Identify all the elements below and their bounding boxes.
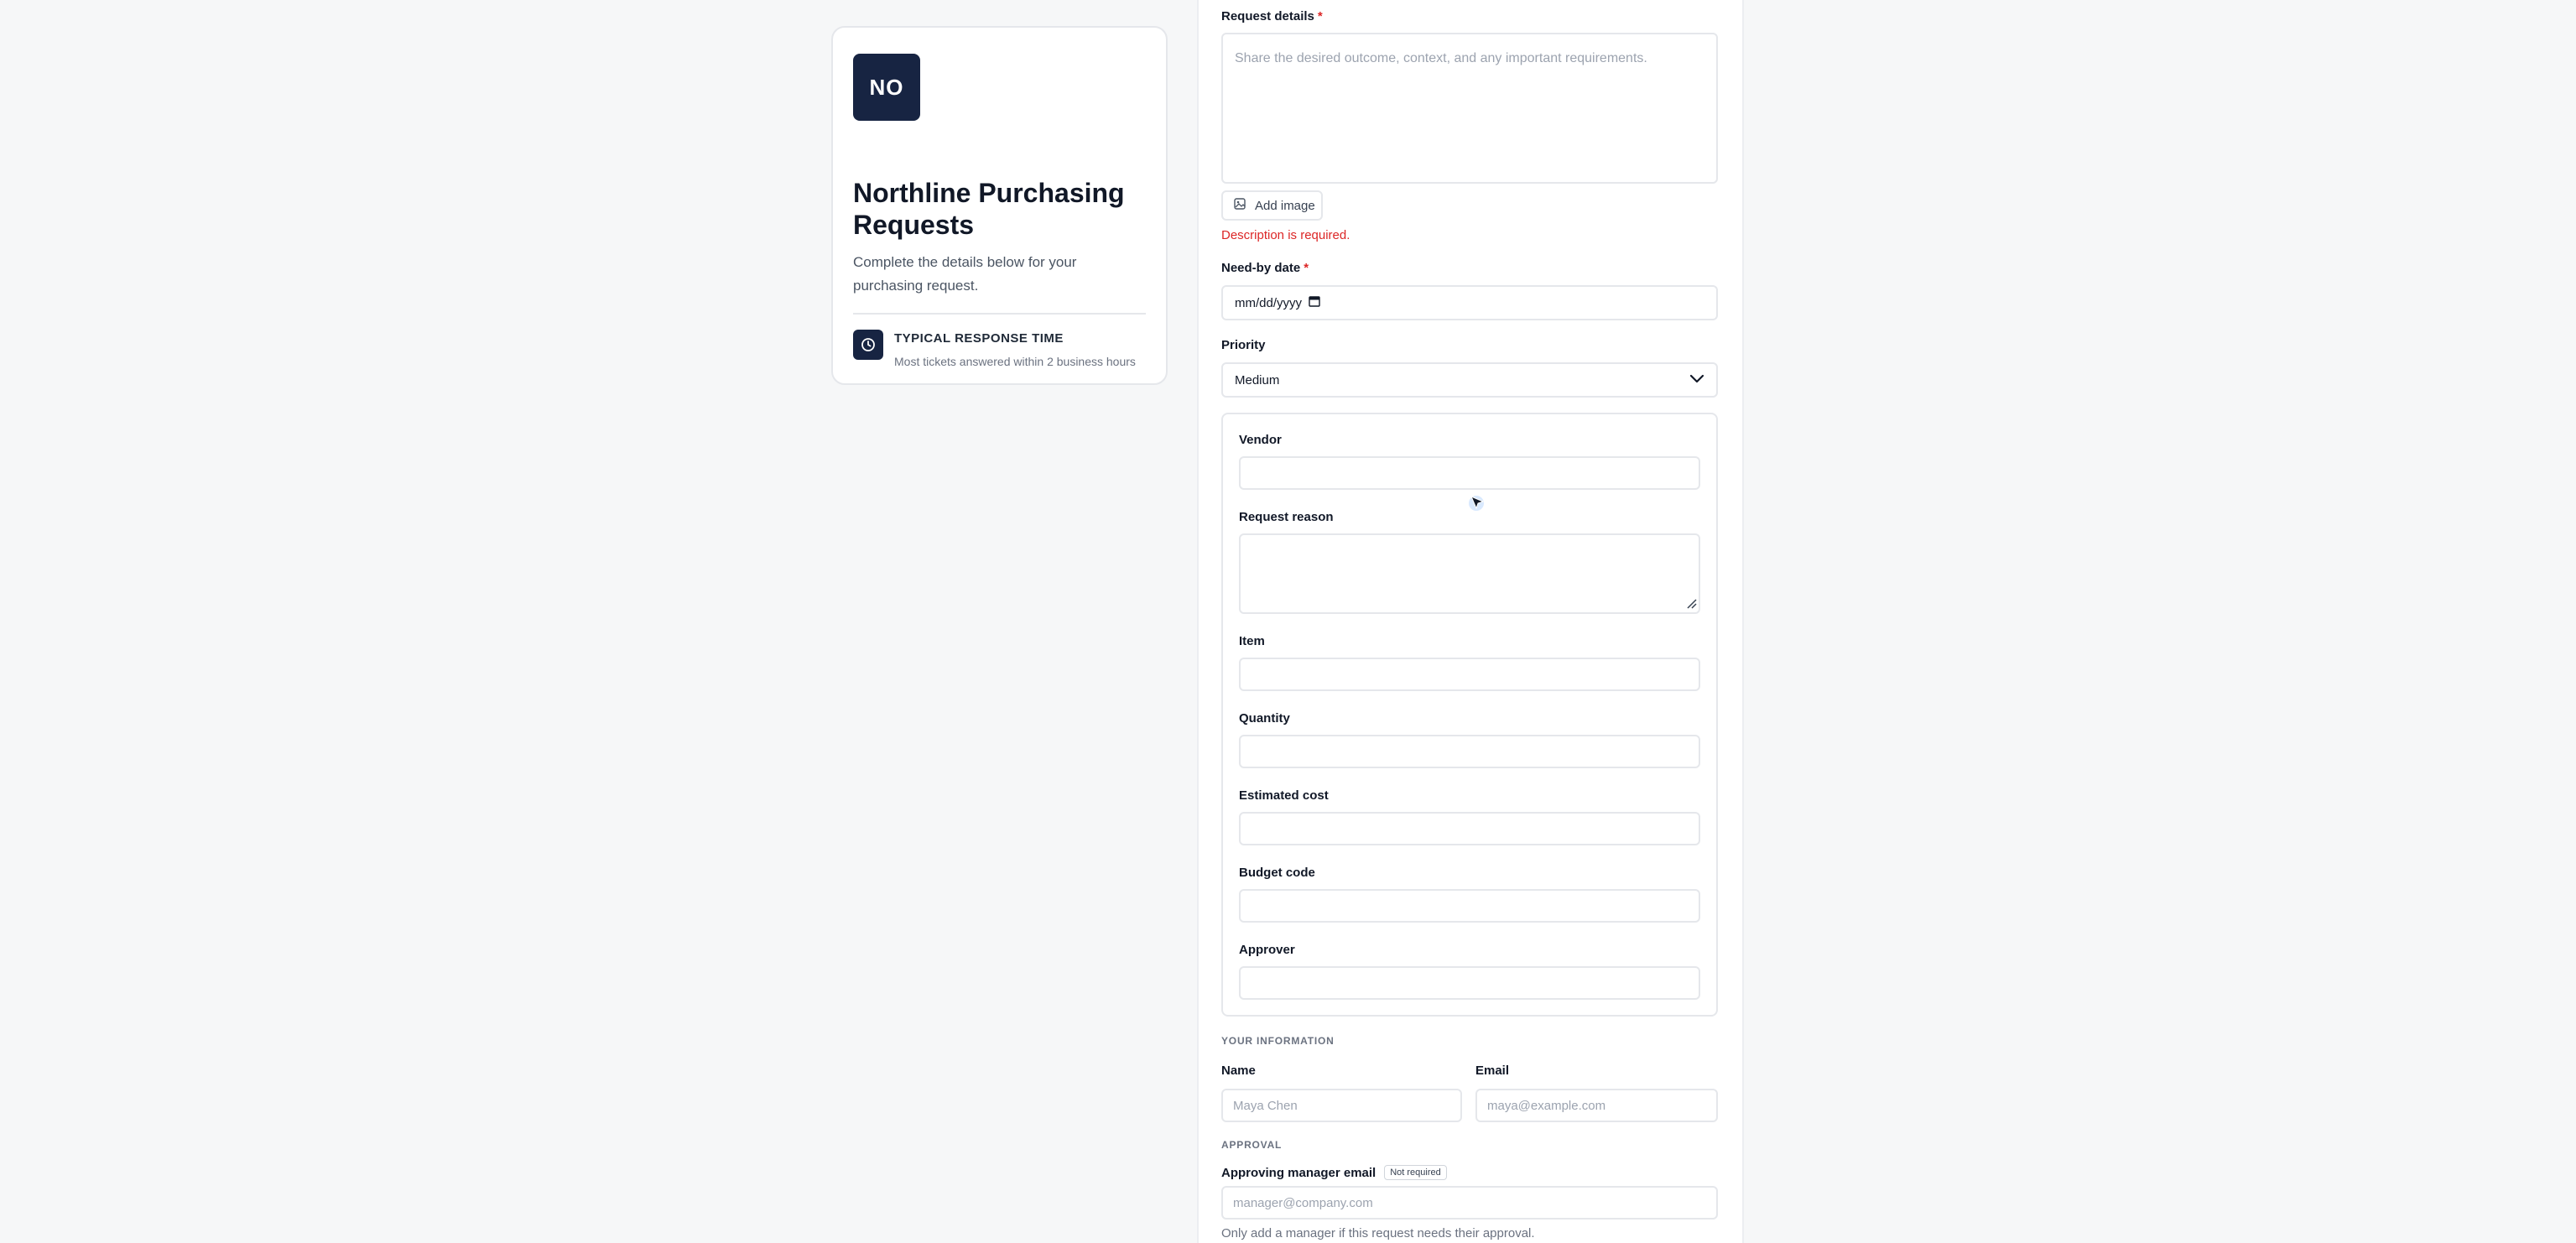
approver-input[interactable] [1239, 966, 1700, 1000]
quantity-label: Quantity [1239, 711, 1290, 726]
estimated-cost-input[interactable] [1239, 812, 1700, 845]
item-label: Item [1239, 634, 1265, 648]
add-image-label: Add image [1255, 198, 1315, 213]
manager-help-text: Only add a manager if this request needs… [1221, 1226, 1535, 1240]
item-input[interactable] [1239, 658, 1700, 691]
response-time-title: TYPICAL RESPONSE TIME [894, 331, 1064, 346]
email-label: Email [1475, 1064, 1510, 1078]
info-card: NO Northline Purchasing Requests Complet… [831, 26, 1168, 385]
calendar-icon[interactable] [1309, 295, 1320, 310]
name-input[interactable] [1221, 1089, 1462, 1122]
vendor-label: Vendor [1239, 433, 1282, 447]
email-input[interactable] [1475, 1089, 1718, 1122]
priority-select[interactable]: Medium [1221, 362, 1718, 398]
name-label: Name [1221, 1064, 1256, 1078]
resize-handle-icon[interactable] [1685, 597, 1697, 609]
image-icon [1233, 197, 1246, 214]
estimated-cost-label: Estimated cost [1239, 788, 1329, 803]
add-image-button[interactable]: Add image [1221, 190, 1323, 221]
description-error: Description is required. [1221, 228, 1350, 242]
quantity-input[interactable] [1239, 735, 1700, 768]
budget-code-input[interactable] [1239, 889, 1700, 923]
vendor-input[interactable] [1239, 456, 1700, 490]
response-time-text: Most tickets answered within 2 business … [894, 355, 1136, 368]
page-description: Complete the details below for your purc… [853, 254, 1077, 294]
priority-value: Medium [1235, 372, 1280, 387]
logo-initials: NO [869, 74, 904, 100]
card-divider [853, 313, 1146, 315]
mouse-cursor-icon [1468, 493, 1491, 521]
request-reason-textarea[interactable] [1239, 533, 1700, 614]
clock-icon [853, 330, 883, 360]
manager-email-input[interactable] [1221, 1186, 1718, 1220]
chevron-down-icon [1689, 373, 1704, 387]
need-by-date-input[interactable]: mm/dd/yyyy [1221, 285, 1718, 320]
budget-code-label: Budget code [1239, 866, 1315, 880]
request-reason-label: Request reason [1239, 510, 1334, 524]
approver-label: Approver [1239, 943, 1295, 957]
need-by-date-label: Need-by date * [1221, 261, 1309, 275]
request-details-label: Request details * [1221, 9, 1323, 23]
not-required-badge: Not required [1384, 1165, 1447, 1180]
priority-label: Priority [1221, 338, 1266, 352]
page-title: Northline Purchasing Requests [853, 178, 1125, 240]
date-placeholder: mm/dd/yyyy [1235, 295, 1303, 310]
request-details-textarea[interactable] [1221, 33, 1718, 184]
approval-heading: APPROVAL [1221, 1139, 1283, 1151]
your-information-heading: YOUR INFORMATION [1221, 1035, 1335, 1047]
company-logo: NO [853, 54, 920, 121]
approving-manager-email-label: Approving manager email Not required [1221, 1165, 1447, 1180]
